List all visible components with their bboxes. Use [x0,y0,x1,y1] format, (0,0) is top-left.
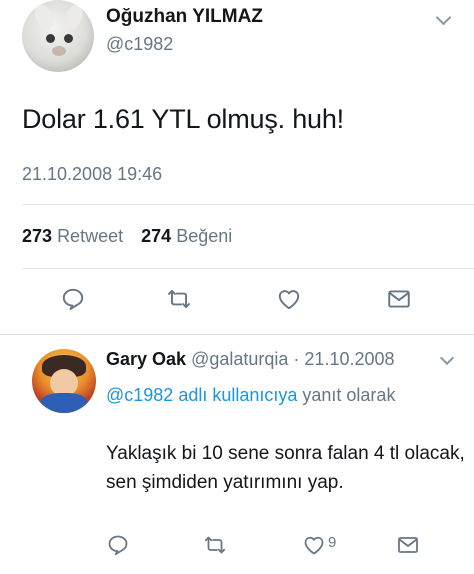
reply-author-handle[interactable]: @galaturqia [191,349,288,369]
reply-icon[interactable] [60,286,86,312]
retweet-label[interactable]: Retweet [57,226,123,246]
mail-icon[interactable] [386,286,412,312]
mail-icon[interactable] [396,533,420,557]
reply-icon[interactable] [106,533,130,557]
meta-separator: · [288,349,305,369]
replying-to: @c1982 adlı kullanıcıya yanıt olarak [106,381,436,409]
mention-link[interactable]: @c1982 adlı kullanıcıya [106,385,297,405]
tweet-text: Dolar 1.61 YTL olmuş. huh! [22,104,344,134]
replying-suffix: yanıt olarak [297,385,396,405]
retweet-count[interactable]: 273 [22,226,52,246]
heart-icon[interactable] [302,533,326,557]
retweet-icon[interactable] [166,286,192,312]
chevron-down-icon[interactable] [439,350,455,366]
reply-like-count[interactable]: 9 [328,534,336,551]
author-name[interactable]: Oğuzhan YILMAZ [106,6,263,28]
author-avatar[interactable] [22,0,94,72]
divider [22,204,474,205]
reply-author-name[interactable]: Gary Oak [106,349,186,369]
tweet-actions [0,286,474,316]
heart-icon[interactable] [276,286,302,312]
tweet-stats: 273 Retweet 274 Beğeni [22,226,232,247]
reply-header: Gary Oak @galaturqia · 21.10.2008 [106,349,395,370]
reply-author-avatar[interactable] [32,349,96,413]
reply-text: Yaklaşık bi 10 sene sonra falan 4 tl ola… [106,443,465,493]
reply-tweet: Gary Oak @galaturqia · 21.10.2008 @c1982… [0,335,474,574]
like-count[interactable]: 274 [141,226,171,246]
retweet-icon[interactable] [203,533,227,557]
tweet-timestamp[interactable]: 21.10.2008 19:46 [22,164,162,185]
reply-date[interactable]: 21.10.2008 [304,349,394,369]
author-handle[interactable]: @c1982 [106,34,173,55]
main-tweet: Oğuzhan YILMAZ @c1982 Dolar 1.61 YTL olm… [0,0,474,334]
divider [22,268,474,269]
chevron-down-icon[interactable] [435,9,452,26]
reply-actions: 9 [0,533,474,559]
like-label[interactable]: Beğeni [176,226,232,246]
